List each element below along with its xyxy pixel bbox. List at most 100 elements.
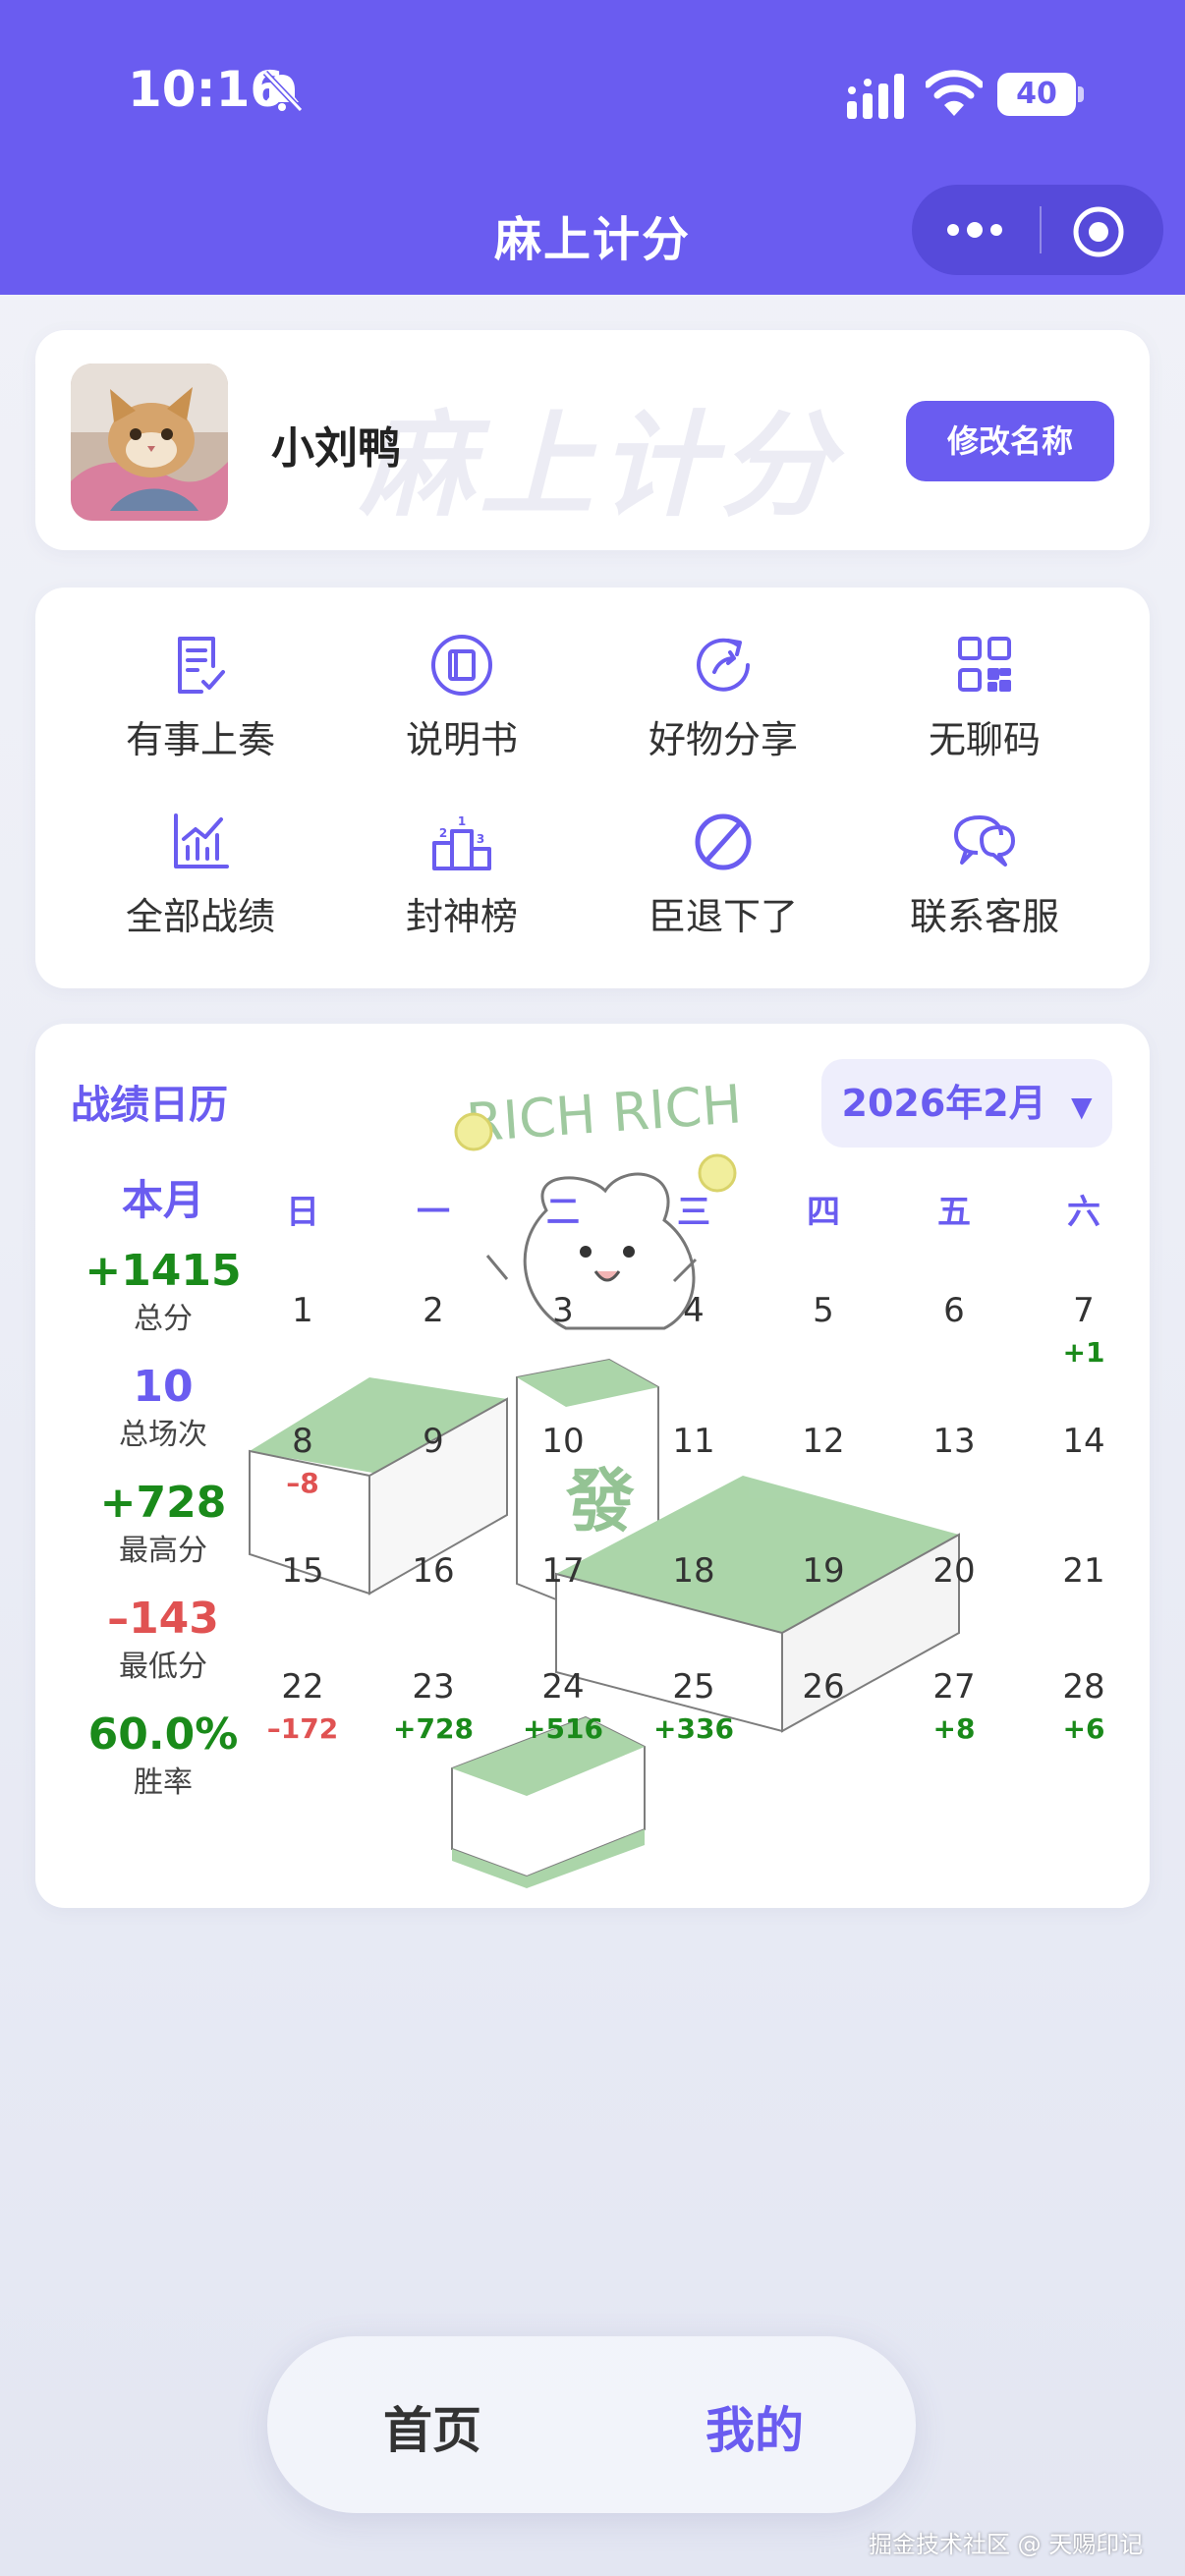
menu-item-logout[interactable]: 臣退下了 [625,810,821,957]
calendar-day[interactable]: 5 [764,1291,882,1330]
calendar-day[interactable]: 16 [374,1551,492,1591]
svg-text:2: 2 [439,826,447,840]
day-number: 2 [423,1291,444,1330]
day-number: 6 [943,1291,965,1330]
calendar-day[interactable]: 18 [635,1551,753,1591]
day-score: –172 [266,1712,339,1745]
menu-label-manual: 说明书 [405,718,518,761]
svg-text:1: 1 [458,814,466,828]
calendar-day[interactable]: 23 +728 [374,1667,492,1745]
bell-muted-icon [262,70,304,113]
battery-tip [1078,86,1084,102]
day-number: 5 [813,1291,834,1330]
day-number: 7 [1073,1291,1095,1330]
calendar-day[interactable]: 27 +8 [895,1667,1013,1745]
menu-label-qrcode: 无聊码 [928,718,1041,761]
day-number: 16 [412,1551,455,1591]
ban-icon [695,813,752,870]
day-number: 9 [423,1422,444,1461]
calendar-day[interactable]: 6 [895,1291,1013,1330]
calendar-day[interactable]: 14 [1025,1422,1143,1461]
calendar-day[interactable]: 8 –8 [244,1422,362,1499]
calendar-day[interactable]: 19 [764,1551,882,1591]
day-number: 21 [1062,1551,1105,1591]
menu-item-all-records[interactable]: 全部战绩 [102,810,299,957]
calendar-day[interactable]: 3 [504,1291,622,1330]
app-header: 10:16 40 麻上计分 [0,0,1185,295]
tab-home[interactable]: 首页 [383,2391,481,2462]
menu-item-manual[interactable]: 说明书 [364,633,560,780]
day-number: 17 [541,1551,585,1591]
more-icon[interactable] [943,212,1006,248]
report-icon [178,637,225,694]
menu-label-ranking: 封神榜 [405,895,518,938]
battery-level: 40 [997,73,1076,116]
menu-label-share: 好物分享 [648,718,798,761]
day-number: 11 [672,1422,715,1461]
weekday-thu: 四 [807,1193,840,1232]
calendar-day[interactable]: 13 [895,1422,1013,1461]
calendar-day[interactable]: 26 [764,1667,882,1707]
day-number: 18 [672,1551,715,1591]
weekday-fri: 五 [937,1193,971,1232]
book-icon [431,635,492,696]
day-score: +728 [393,1712,474,1745]
close-target-icon[interactable] [1071,204,1126,259]
menu-item-qrcode[interactable]: 无聊码 [886,633,1083,780]
day-number: 3 [552,1291,574,1330]
calendar-day[interactable]: 25 +336 [635,1667,753,1745]
total-games-value: 10 [133,1362,194,1412]
calendar-day[interactable]: 28 +6 [1025,1667,1143,1745]
rename-button[interactable]: 修改名称 [906,401,1114,481]
profile-card: 麻上计分 小刘鸭 修改名称 [35,330,1150,550]
lowest-score-value: –143 [107,1594,219,1644]
menu-item-ranking[interactable]: 1 2 3 封神榜 [364,810,560,957]
calendar-day[interactable]: 7 +1 [1025,1291,1143,1369]
bottom-tab-bar: 首页 我的 [267,2336,916,2513]
calendar-day[interactable]: 22 –172 [244,1667,362,1745]
calendar-day[interactable]: 10 [504,1422,622,1461]
day-number: 14 [1062,1422,1105,1461]
calendar-day[interactable]: 4 [635,1291,753,1330]
total-score-value: +1415 [85,1246,242,1296]
day-score: +6 [1062,1712,1105,1745]
footer-watermark: 掘金技术社区 @ 天赐印记 [869,2531,1144,2558]
share-icon [697,638,750,692]
calendar-day[interactable]: 11 [635,1422,753,1461]
calendar-day[interactable]: 2 [374,1291,492,1330]
day-number: 24 [541,1667,585,1707]
day-number: 22 [281,1667,324,1707]
day-number: 4 [683,1291,705,1330]
weekday-sun: 日 [286,1193,319,1232]
day-number: 20 [932,1551,976,1591]
calendar-day[interactable]: 24 +516 [504,1667,622,1745]
weekday-mon: 一 [417,1193,450,1232]
day-number: 1 [292,1291,313,1330]
calendar-day[interactable]: 20 [895,1551,1013,1591]
menu-item-share[interactable]: 好物分享 [625,633,821,780]
calendar-day[interactable]: 21 [1025,1551,1143,1591]
day-number: 27 [932,1667,976,1707]
calendar-title: 战绩日历 [71,1083,228,1128]
menu-item-report[interactable]: 有事上奏 [102,633,299,780]
qrcode-icon [958,637,1011,692]
month-picker[interactable]: 2026年2月 ▼ [821,1059,1112,1148]
win-rate-label: 胜率 [134,1765,193,1800]
tab-mine[interactable]: 我的 [705,2391,804,2462]
menu-item-support[interactable]: 联系客服 [886,810,1083,957]
calendar-day[interactable]: 15 [244,1551,362,1591]
calendar-day[interactable]: 17 [504,1551,622,1591]
day-score: +516 [523,1712,603,1745]
calendar-day[interactable]: 9 [374,1422,492,1461]
day-number: 19 [802,1551,845,1591]
calendar-card: RICH RICH 發 战绩日历 2026年2月 ▼ 本月 +1415 总分 1… [35,1024,1150,1908]
day-number: 28 [1062,1667,1105,1707]
day-score: –8 [286,1467,319,1499]
month-label: 2026年2月 [841,1082,1046,1125]
calendar-day[interactable]: 12 [764,1422,882,1461]
avatar[interactable] [71,364,228,521]
menu-label-support: 联系客服 [909,895,1059,938]
day-number: 26 [802,1667,845,1707]
rich-rich-text: RICH RICH [465,1073,744,1153]
calendar-day[interactable]: 1 [244,1291,362,1330]
